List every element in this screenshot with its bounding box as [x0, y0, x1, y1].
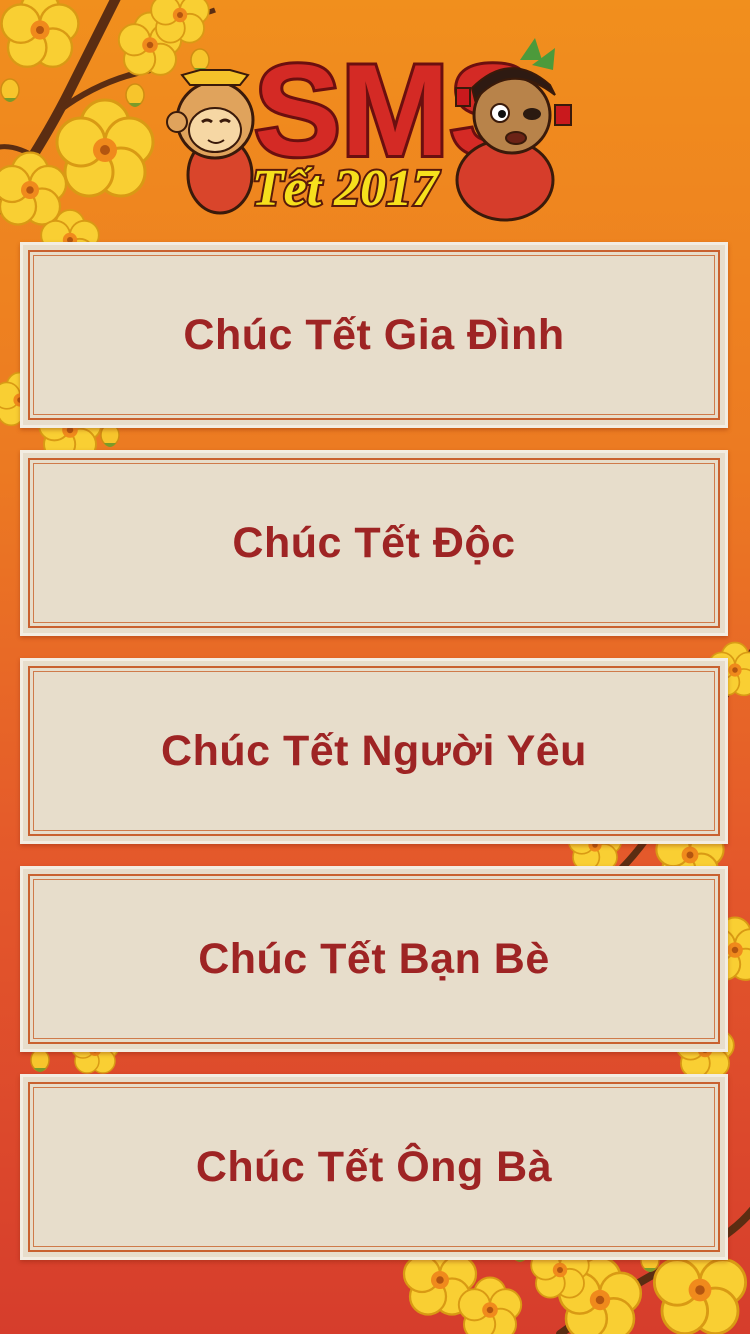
menu-label: Chúc Tết Người Yêu	[161, 726, 587, 775]
monkey-mascot-icon	[166, 69, 255, 215]
menu-button-nguoi-yeu[interactable]: Chúc Tết Người Yêu	[20, 658, 728, 844]
menu-label: Chúc Tết Gia Đình	[183, 310, 565, 359]
menu-button-gia-dinh[interactable]: Chúc Tết Gia Đình	[20, 242, 728, 428]
menu-list: Chúc Tết Gia Đình Chúc Tết Độc Chúc Tết …	[20, 242, 728, 1282]
menu-button-ong-ba[interactable]: Chúc Tết Ông Bà	[20, 1074, 728, 1260]
menu-label: Chúc Tết Độc	[232, 518, 516, 567]
app-logo: SMS Tết 2017	[166, 34, 572, 222]
menu-label: Chúc Tết Ông Bà	[195, 1142, 553, 1191]
menu-button-ban-be[interactable]: Chúc Tết Bạn Bè	[20, 866, 728, 1052]
menu-button-doc[interactable]: Chúc Tết Độc	[20, 450, 728, 636]
logo-subtitle: Tết 2017	[252, 160, 440, 217]
menu-label: Chúc Tết Bạn Bè	[198, 934, 550, 983]
